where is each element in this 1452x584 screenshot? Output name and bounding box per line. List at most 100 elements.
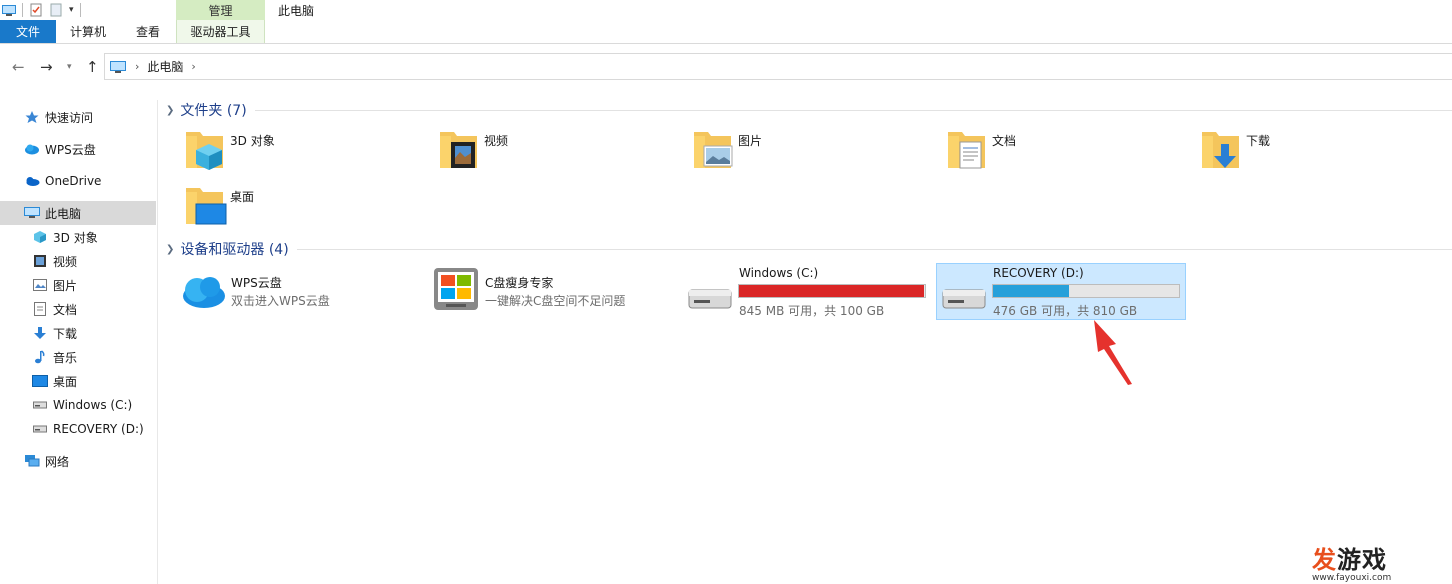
- folder-pictures-icon: [694, 132, 733, 168]
- sidebar-item-label: 下载: [53, 326, 78, 341]
- drive-usage-bar: [992, 284, 1180, 298]
- windows-cleaner-icon: [434, 268, 478, 310]
- group-divider: [254, 109, 1452, 111]
- toolbar-separator: [79, 3, 81, 17]
- sidebar-item-pictures[interactable]: 图片: [0, 273, 156, 297]
- folder-desktop-icon: [186, 188, 227, 225]
- quick-access-toolbar: ▾: [0, 0, 176, 20]
- tab-computer[interactable]: 计算机: [56, 20, 120, 43]
- customize-toolbar-icon[interactable]: ▾: [69, 5, 74, 15]
- folder-documents-icon: [948, 132, 985, 169]
- desktop-icon: [32, 373, 48, 389]
- device-name: C盘瘦身专家: [485, 276, 554, 290]
- sidebar-item-wps-cloud[interactable]: WPS云盘: [0, 137, 156, 161]
- properties-icon[interactable]: [29, 3, 43, 17]
- onedrive-cloud-icon: [24, 173, 40, 189]
- breadcrumb-this-pc[interactable]: 此电脑: [147, 58, 183, 75]
- folder-documents[interactable]: 文档: [946, 126, 1186, 176]
- drive-d[interactable]: RECOVERY (D:) 476 GB 可用，共 810 GB: [940, 264, 1184, 320]
- drive-usage-bar: [738, 284, 926, 298]
- sidebar-item-label: OneDrive: [45, 174, 102, 188]
- tab-view[interactable]: 查看: [120, 20, 176, 43]
- forward-arrow-icon[interactable]: →: [40, 58, 53, 76]
- tab-drive-tools[interactable]: 驱动器工具: [176, 20, 265, 43]
- folder-3d-objects[interactable]: 3D 对象: [184, 126, 424, 176]
- this-pc-icon: [110, 60, 126, 73]
- collapse-chevron-icon[interactable]: ❯: [166, 105, 174, 116]
- computer-icon[interactable]: [2, 3, 16, 17]
- drive-icon: [32, 397, 48, 413]
- sidebar-item-network[interactable]: 网络: [0, 449, 156, 473]
- sidebar-item-label: 此电脑: [45, 206, 82, 221]
- context-tab-manage[interactable]: 管理: [176, 0, 265, 20]
- folder-pictures[interactable]: 图片: [692, 126, 932, 176]
- device-wps-cloud[interactable]: WPS云盘 双击进入WPS云盘: [178, 266, 418, 322]
- folder-3d-objects-icon: [186, 132, 223, 170]
- folder-label: 图片: [738, 134, 763, 148]
- sidebar-item-onedrive[interactable]: OneDrive: [0, 169, 156, 193]
- group-header-devices[interactable]: ❯ 设备和驱动器 (4): [166, 239, 1452, 259]
- sidebar-item-label: 音乐: [53, 350, 78, 365]
- computer-icon: [24, 205, 40, 221]
- device-name: WPS云盘: [231, 276, 282, 290]
- folder-videos-icon: [440, 132, 477, 168]
- sidebar-item-this-pc[interactable]: 此电脑: [0, 201, 156, 225]
- sidebar-item-label: Windows (C:): [53, 398, 133, 412]
- folder-label: 视频: [484, 134, 509, 148]
- sidebar-item-documents[interactable]: 文档: [0, 297, 156, 321]
- device-description: 双击进入WPS云盘: [231, 294, 330, 308]
- sidebar-item-label: RECOVERY (D:): [53, 422, 144, 436]
- folder-downloads[interactable]: 下载: [1200, 126, 1440, 176]
- sidebar-item-label: 图片: [53, 278, 78, 293]
- collapse-chevron-icon[interactable]: ❯: [166, 244, 174, 255]
- music-note-icon: [32, 349, 48, 365]
- folder-label: 桌面: [230, 190, 255, 204]
- sidebar-item-music[interactable]: 音乐: [0, 345, 156, 369]
- drive-usage-fill: [739, 285, 924, 297]
- sidebar-item-quick-access[interactable]: 快速访问: [0, 105, 156, 129]
- folder-label: 3D 对象: [230, 134, 275, 148]
- sidebar-item-desktop[interactable]: 桌面: [0, 369, 156, 393]
- network-icon: [24, 453, 40, 469]
- group-title: 设备和驱动器 (4): [180, 242, 289, 258]
- recent-locations-chevron-icon[interactable]: ▾: [67, 62, 72, 72]
- sidebar-item-label: 3D 对象: [53, 230, 98, 245]
- drive-name: RECOVERY (D:): [993, 266, 1084, 280]
- hard-drive-icon: [942, 289, 986, 309]
- toolbar-separator: [22, 3, 23, 17]
- breadcrumb-chevron-icon[interactable]: ›: [191, 60, 195, 73]
- folder-label: 文档: [992, 134, 1017, 148]
- sidebar-item-label: 快速访问: [45, 110, 94, 125]
- device-c-cleaner[interactable]: C盘瘦身专家 一键解决C盘空间不足问题: [432, 266, 682, 322]
- sidebar-item-videos[interactable]: 视频: [0, 249, 156, 273]
- sidebar-item-3d-objects[interactable]: 3D 对象: [0, 225, 156, 249]
- new-folder-icon[interactable]: [49, 3, 63, 17]
- tab-file[interactable]: 文件: [0, 20, 56, 43]
- breadcrumb-chevron-icon[interactable]: ›: [135, 60, 139, 73]
- navigation-bar: ← → ▾ ↑ › 此电脑 ›: [0, 52, 1452, 82]
- up-arrow-icon[interactable]: ↑: [86, 58, 99, 76]
- sidebar-item-label: 桌面: [53, 374, 78, 389]
- drive-c[interactable]: Windows (C:) 845 MB 可用，共 100 GB: [686, 264, 934, 320]
- watermark-logo: 发游戏 www.fayouxi.com: [1312, 540, 1412, 583]
- sidebar-item-drive-c[interactable]: Windows (C:): [0, 393, 156, 417]
- drive-icon: [32, 421, 48, 437]
- hard-drive-icon: [688, 289, 732, 309]
- drive-usage-fill: [993, 285, 1070, 297]
- sidebar-item-label: 视频: [53, 254, 78, 269]
- sidebar-item-downloads[interactable]: 下载: [0, 321, 156, 345]
- address-bar[interactable]: › 此电脑 ›: [104, 53, 1452, 80]
- drive-name: Windows (C:): [739, 266, 819, 280]
- download-arrow-icon: [32, 325, 48, 341]
- watermark-url: www.fayouxi.com: [1312, 573, 1392, 583]
- ribbon-tabs: 文件 计算机 查看 驱动器工具: [0, 20, 1452, 44]
- document-icon: [32, 301, 48, 317]
- sidebar-item-drive-d[interactable]: RECOVERY (D:): [0, 417, 156, 441]
- back-arrow-icon[interactable]: ←: [12, 58, 25, 76]
- group-title: 文件夹 (7): [180, 103, 247, 119]
- navigation-pane: 快速访问 WPS云盘 OneDrive 此电脑 3D 对象 视频 图片 文档 下…: [0, 100, 158, 584]
- group-header-folders[interactable]: ❯ 文件夹 (7): [166, 100, 1452, 120]
- folder-videos[interactable]: 视频: [438, 126, 678, 176]
- cloud-icon: [24, 141, 40, 157]
- folder-desktop[interactable]: 桌面: [184, 182, 424, 232]
